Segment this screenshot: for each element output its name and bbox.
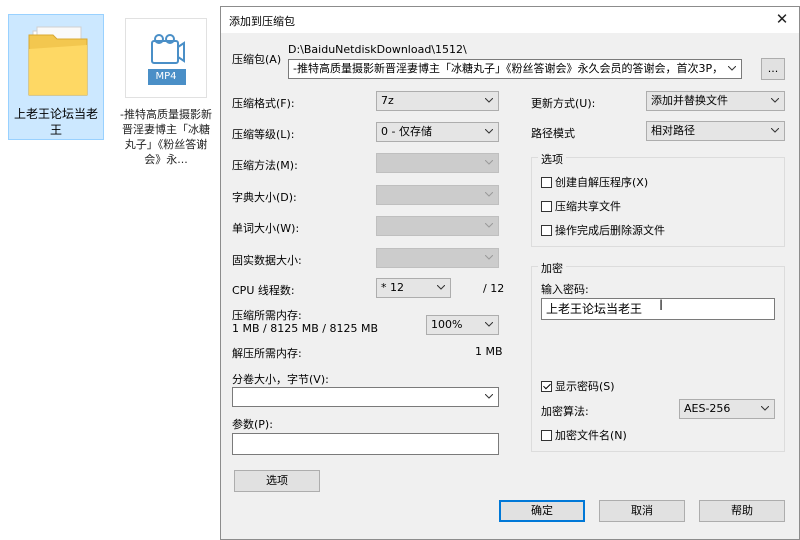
algo-label: 加密算法:	[541, 405, 589, 418]
chevron-down-icon	[482, 92, 496, 110]
add-to-archive-dialog: 添加到压缩包 ✕ 压缩包(A) D:\BaiduNetdiskDownload\…	[220, 6, 800, 540]
chevron-down-icon	[434, 279, 448, 297]
cpu-select[interactable]: * 12	[376, 278, 451, 298]
format-value: 7z	[381, 94, 394, 107]
dict-select	[376, 185, 499, 205]
chevron-down-icon	[482, 186, 496, 204]
mem-percent-select[interactable]: 100%	[426, 315, 499, 335]
checkbox-checked-icon	[541, 381, 552, 392]
update-value: 添加并替换文件	[651, 94, 728, 107]
encrypt-names-checkbox[interactable]: 加密文件名(N)	[541, 427, 627, 443]
cpu-total: / 12	[483, 282, 505, 295]
chevron-down-icon	[482, 249, 496, 267]
level-value: 0 - 仅存储	[381, 125, 432, 138]
help-button[interactable]: 帮助	[699, 500, 785, 522]
level-select[interactable]: 0 - 仅存储	[376, 122, 499, 142]
ok-button[interactable]: 确定	[499, 500, 585, 522]
archive-label: 压缩包(A)	[232, 53, 282, 66]
params-input[interactable]	[232, 433, 499, 455]
desktop-video-file[interactable]: MP4 -推特高质量摄影新晋淫妻博主「冰糖丸子」《粉丝答谢会》永...	[120, 14, 212, 174]
shared-label: 压缩共享文件	[555, 200, 621, 213]
format-label: 压缩格式(F):	[232, 97, 295, 110]
chevron-down-icon	[482, 217, 496, 235]
word-select	[376, 216, 499, 236]
sfx-label: 创建自解压程序(X)	[555, 176, 649, 189]
shared-checkbox[interactable]: 压缩共享文件	[541, 198, 621, 214]
sfx-checkbox[interactable]: 创建自解压程序(X)	[541, 174, 648, 190]
close-icon[interactable]: ✕	[773, 10, 791, 28]
dict-label: 字典大小(D):	[232, 191, 297, 204]
file-label: -推特高质量摄影新晋淫妻博主「冰糖丸子」《粉丝答谢会》永...	[120, 108, 212, 166]
checkbox-icon	[541, 225, 552, 236]
cancel-button[interactable]: 取消	[599, 500, 685, 522]
solid-select	[376, 248, 499, 268]
mem-percent-value: 100%	[431, 318, 463, 331]
password-label: 输入密码:	[541, 283, 589, 296]
update-label: 更新方式(U):	[531, 97, 596, 110]
params-label: 参数(P):	[232, 418, 273, 431]
level-label: 压缩等级(L):	[232, 128, 295, 141]
options-group-title: 选项	[538, 151, 566, 167]
mem-decompress-value: 1 MB	[475, 345, 503, 358]
checkbox-icon	[541, 177, 552, 188]
mem-compress-value: 1 MB / 8125 MB / 8125 MB	[232, 322, 378, 335]
algo-select[interactable]: AES-256	[679, 399, 775, 419]
show-password-checkbox[interactable]: 显示密码(S)	[541, 378, 615, 394]
format-select[interactable]: 7z	[376, 91, 499, 111]
dialog-title: 添加到压缩包	[229, 15, 295, 28]
mp4-file-icon: MP4	[125, 18, 207, 98]
encrypt-names-label: 加密文件名(N)	[555, 429, 627, 442]
solid-label: 固实数据大小:	[232, 254, 302, 267]
cpu-label: CPU 线程数:	[232, 284, 295, 297]
method-select	[376, 153, 499, 173]
archive-name-combo[interactable]: -推特高质量摄影新晋淫妻博主「冰糖丸子」《粉丝答谢会》永久会员的答谢会，首次3P…	[288, 59, 742, 79]
path-mode-select[interactable]: 相对路径	[646, 121, 785, 141]
method-label: 压缩方法(M):	[232, 159, 298, 172]
title-bar: 添加到压缩包 ✕	[221, 7, 799, 33]
checkbox-icon	[541, 201, 552, 212]
algo-value: AES-256	[684, 402, 731, 415]
delete-source-label: 操作完成后删除源文件	[555, 224, 665, 237]
checkbox-icon	[541, 430, 552, 441]
delete-source-checkbox[interactable]: 操作完成后删除源文件	[541, 222, 665, 238]
folder-icon	[28, 26, 88, 96]
chevron-down-icon	[482, 388, 496, 406]
show-password-label: 显示密码(S)	[555, 380, 615, 393]
mp4-badge: MP4	[155, 71, 177, 82]
chevron-down-icon	[482, 316, 496, 334]
mem-compress-label: 压缩所需内存:	[232, 309, 302, 322]
path-mode-label: 路径模式	[531, 127, 575, 140]
mem-decompress-label: 解压所需内存:	[232, 347, 302, 360]
split-label: 分卷大小，字节(V):	[232, 373, 329, 386]
chevron-down-icon	[758, 400, 772, 418]
path-mode-value: 相对路径	[651, 124, 695, 137]
archive-path: D:\BaiduNetdiskDownload\1512\	[288, 43, 467, 56]
word-label: 单词大小(W):	[232, 222, 300, 235]
password-input[interactable]: 上老王论坛当老王	[541, 298, 775, 320]
chevron-down-icon	[768, 122, 782, 140]
chevron-down-icon	[482, 123, 496, 141]
split-combo[interactable]	[232, 387, 499, 407]
chevron-down-icon	[725, 60, 739, 78]
folder-label: 上老王论坛当老王	[13, 107, 98, 137]
desktop-folder[interactable]: 上老王论坛当老王	[8, 14, 104, 140]
options-button[interactable]: 选项	[234, 470, 320, 492]
text-cursor-icon: I	[659, 298, 664, 314]
encryption-group-title: 加密	[538, 260, 566, 276]
browse-button[interactable]: ...	[761, 58, 785, 80]
update-select[interactable]: 添加并替换文件	[646, 91, 785, 111]
cpu-value: * 12	[381, 281, 404, 294]
chevron-down-icon	[768, 92, 782, 110]
archive-name-value: -推特高质量摄影新晋淫妻博主「冰糖丸子」《粉丝答谢会》永久会员的答谢会，首次3P…	[293, 62, 719, 75]
chevron-down-icon	[482, 154, 496, 172]
